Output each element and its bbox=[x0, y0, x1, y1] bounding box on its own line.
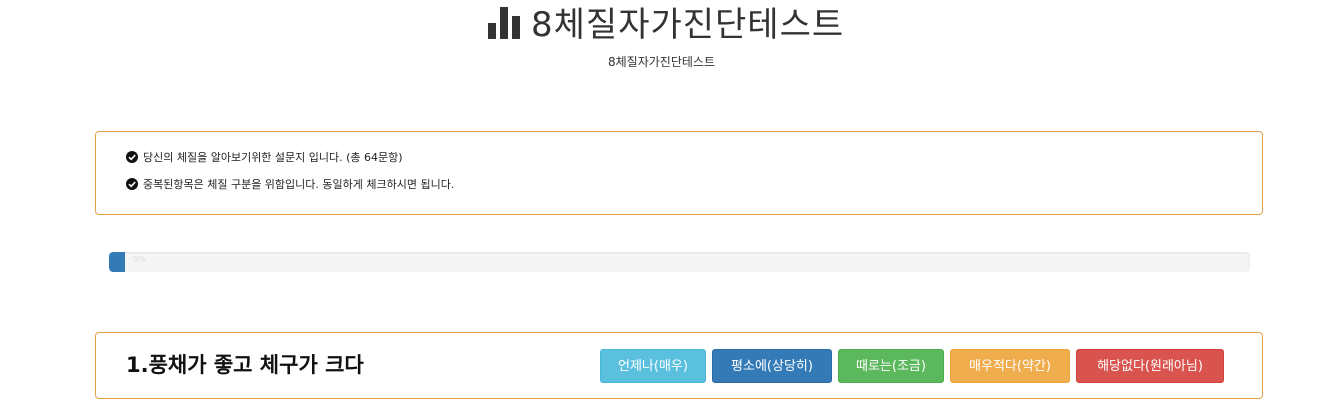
progress-label: 0% bbox=[133, 255, 146, 264]
notice-item: 당신의 체질을 알아보기위한 설문지 입니다. (총 64문항) bbox=[126, 149, 403, 165]
answer-options: 언제나(매우) 평소에(상당히) 때로는(조금) 매우적다(약간) 해당없다(원… bbox=[600, 349, 1224, 383]
answer-rarely-button[interactable]: 매우적다(약간) bbox=[950, 349, 1070, 383]
notice-text: 중복된항목은 체질 구분을 위함입니다. 동일하게 체크하시면 됩니다. bbox=[143, 178, 455, 191]
notice-panel: 당신의 체질을 알아보기위한 설문지 입니다. (총 64문항) 중복된항목은 … bbox=[95, 131, 1263, 215]
question-text: 1.풍채가 좋고 체구가 크다 bbox=[126, 353, 364, 377]
check-circle-icon bbox=[126, 178, 138, 190]
progress-bar: 0% bbox=[109, 252, 1250, 272]
question-panel: 1.풍채가 좋고 체구가 크다 언제나(매우) 평소에(상당히) 때로는(조금)… bbox=[95, 332, 1263, 399]
answer-sometimes-button[interactable]: 때로는(조금) bbox=[838, 349, 944, 383]
answer-never-button[interactable]: 해당없다(원래아님) bbox=[1076, 349, 1224, 383]
answer-usually-button[interactable]: 평소에(상당히) bbox=[712, 349, 832, 383]
notice-item: 중복된항목은 체질 구분을 위함입니다. 동일하게 체크하시면 됩니다. bbox=[126, 176, 454, 192]
check-circle-icon bbox=[126, 151, 138, 163]
page-title: 8체질자가진단테스트 bbox=[531, 4, 845, 45]
progress-fill bbox=[109, 252, 125, 272]
title-row: 8체질자가진단테스트 bbox=[487, 0, 844, 45]
notice-text: 당신의 체질을 알아보기위한 설문지 입니다. (총 64문항) bbox=[143, 151, 403, 164]
answer-always-button[interactable]: 언제나(매우) bbox=[600, 349, 706, 383]
bar-chart-icon bbox=[488, 7, 520, 39]
page-subtitle: 8체질자가진단테스트 bbox=[608, 55, 715, 69]
